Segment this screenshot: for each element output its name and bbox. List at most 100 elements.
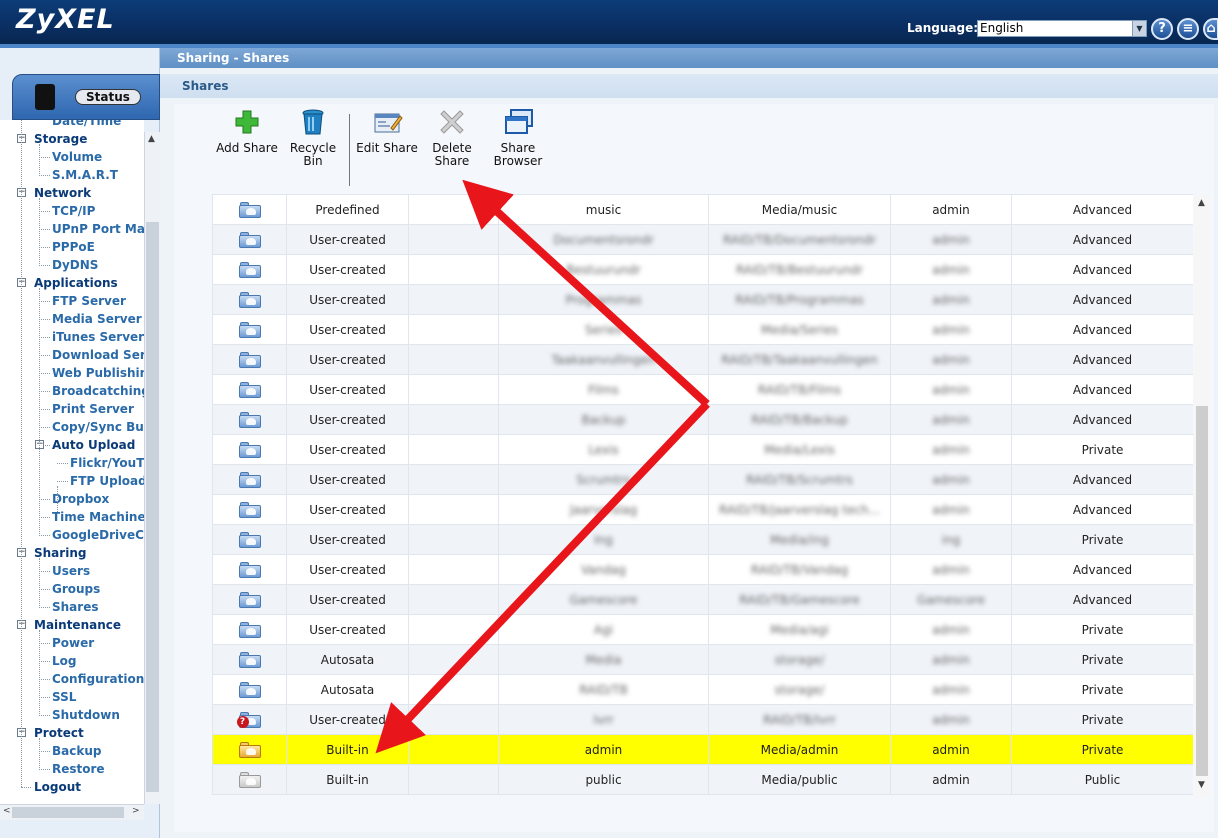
home-icon[interactable]: ⌂ (1203, 18, 1218, 40)
table-row[interactable]: Built-in public Media/public admin Publi… (212, 764, 1193, 795)
table-row[interactable]: ? User-created Ivrr RAID/TB/Ivrr admin P… (212, 704, 1193, 735)
table-row[interactable]: User-created Vandag RAID/TB/Vandag admin… (212, 554, 1193, 585)
scroll-up-icon[interactable]: ▲ (148, 134, 155, 144)
language-select[interactable]: English ▼ (977, 20, 1147, 37)
table-row[interactable]: Autosata RAID/TB storage/ admin Private (212, 674, 1193, 705)
nav-item-flickr-yout[interactable]: Flickr/YouT (70, 454, 144, 472)
nav-item-tcp-ip[interactable]: TCP/IP (52, 202, 95, 220)
scroll-right-icon[interactable]: > (132, 806, 140, 816)
share-name-cell: Films (498, 374, 709, 405)
scroll-left-icon[interactable]: < (3, 806, 11, 816)
nav-item-itunes-server[interactable]: iTunes Server (52, 328, 144, 346)
nav-group-applications[interactable]: Applications (34, 274, 118, 292)
nav-item-users[interactable]: Users (52, 562, 90, 580)
table-row[interactable]: User-created Taakaanvullingen RAID/TB/Ta… (212, 344, 1193, 375)
nav-item-broadcatching[interactable]: Broadcatching (52, 382, 144, 400)
nav-item-time-machine[interactable]: Time Machine (52, 508, 144, 526)
nav-item-shares[interactable]: Shares (52, 598, 98, 616)
tree-connector (39, 319, 50, 320)
nav-item-ssl[interactable]: SSL (52, 688, 76, 706)
scroll-up-icon[interactable]: ▲ (1198, 198, 1205, 208)
nav-scroll-thumb[interactable] (146, 222, 159, 792)
nav-item-log[interactable]: Log (52, 652, 76, 670)
share-name-cell: Jaarverslag (498, 494, 709, 525)
nav-item-media-server[interactable]: Media Server (52, 310, 142, 328)
tree-connector (39, 427, 50, 428)
nav-horizontal-scrollbar[interactable]: < > (0, 804, 144, 820)
table-row[interactable]: Predefined music Media/music admin Advan… (212, 194, 1193, 225)
table-row[interactable]: User-created Bestuurundr RAID/TB/Bestuur… (212, 254, 1193, 285)
help-icon[interactable]: ? (1151, 18, 1173, 40)
nav-item-power[interactable]: Power (52, 634, 94, 652)
recycle-bin-button[interactable]: Recycle Bin (286, 108, 340, 168)
nav-item-configuration[interactable]: Configuration (52, 670, 144, 688)
table-scrollbar[interactable]: ▲ ▼ (1194, 194, 1210, 798)
nav-item-dydns[interactable]: DyDNS (52, 256, 98, 274)
nav-item-ftp-upload[interactable]: FTP Upload (70, 472, 144, 490)
share-owner-cell: admin (890, 464, 1012, 495)
table-row[interactable]: User-created Agi Media/agi admin Private (212, 614, 1193, 645)
nav-item-backup[interactable]: Backup (52, 742, 101, 760)
nav-item-groups[interactable]: Groups (52, 580, 100, 598)
share-icon-cell (212, 554, 287, 585)
table-row[interactable]: User-created Documentsrondr RAID/TB/Docu… (212, 224, 1193, 255)
share-browser-button[interactable]: Share Browser (490, 108, 546, 168)
share-owner-cell: admin (890, 614, 1012, 645)
nav-item-print-server[interactable]: Print Server (52, 400, 134, 418)
share-name: Bestuurundr (566, 262, 641, 277)
share-name-cell: Series (498, 314, 709, 345)
table-row[interactable]: User-created Backup RAID/TB/Backup admin… (212, 404, 1193, 435)
edit-share-button[interactable]: Edit Share (356, 108, 418, 155)
nav-group-network[interactable]: Network (34, 184, 91, 202)
table-row[interactable]: User-created Gamescore RAID/TB/Gamescore… (212, 584, 1193, 615)
notes-icon[interactable]: ≡ (1177, 18, 1199, 40)
nav-item-ftp-server[interactable]: FTP Server (52, 292, 126, 310)
table-row[interactable]: User-created Jaarverslag RAID/TB/jaarver… (212, 494, 1193, 525)
table-row[interactable]: Built-in admin Media/admin admin Private (212, 734, 1193, 765)
share-owner-cell: admin (890, 314, 1012, 345)
nav-hscroll-thumb[interactable] (12, 807, 124, 818)
delete-share-label: Delete Share (432, 141, 472, 168)
table-row[interactable]: User-created Ing Media/ing ing Private (212, 524, 1193, 555)
nav-group-maintenance[interactable]: Maintenance (34, 616, 121, 634)
share-path-cell: RAID/TB/Vandag (708, 554, 891, 585)
nav-item-upnp-port-map[interactable]: UPnP Port Map (52, 220, 144, 238)
nav-item-shutdown[interactable]: Shutdown (52, 706, 120, 724)
nav-item-web-publishin[interactable]: Web Publishin (52, 364, 144, 382)
nav-group-protect[interactable]: Protect (34, 724, 84, 742)
nav-item-volume[interactable]: Volume (52, 148, 102, 166)
share-type: Built-in (286, 734, 409, 765)
share-path-cell: RAID/TB/Films (708, 374, 891, 405)
scroll-down-icon[interactable]: ▼ (1198, 780, 1205, 790)
share-path-cell: Media/agi (708, 614, 891, 645)
nav-item-auto-upload[interactable]: Auto Upload (52, 436, 135, 454)
spacer-cell (408, 224, 499, 255)
nav-item-dropbox[interactable]: Dropbox (52, 490, 109, 508)
share-path-cell: Media/public (708, 764, 891, 795)
delete-share-button[interactable]: Delete Share (428, 108, 476, 168)
nav-item-download-serv[interactable]: Download Serv (52, 346, 144, 364)
table-row[interactable]: User-created Programmas RAID/TB/Programm… (212, 284, 1193, 315)
nav-item-googledrivecl[interactable]: GoogleDriveCl (52, 526, 144, 544)
nav-item-s-m-a-r-t[interactable]: S.M.A.R.T (52, 166, 118, 184)
add-share-button[interactable]: Add Share (216, 108, 278, 155)
table-row[interactable]: User-created Lexis Media/Lexis admin Pri… (212, 434, 1193, 465)
nav-vertical-scrollbar[interactable]: ▲ (144, 132, 160, 804)
table-scroll-thumb[interactable] (1196, 406, 1208, 776)
share-path-cell: Media/Lexis (708, 434, 891, 465)
table-row[interactable]: Autosata Media storage/ admin Private (212, 644, 1193, 675)
share-owner-cell: admin (890, 674, 1012, 705)
nav-item-copy-sync-bu[interactable]: Copy/Sync Bu (52, 418, 144, 436)
nav-item-date-time[interactable]: Date/Time (52, 120, 121, 130)
table-row[interactable]: User-created Films RAID/TB/Films admin A… (212, 374, 1193, 405)
nav-group-logout[interactable]: Logout (34, 778, 81, 796)
nav-group-sharing[interactable]: Sharing (34, 544, 86, 562)
share-name-cell: RAID/TB (498, 674, 709, 705)
nav-group-storage[interactable]: Storage (34, 130, 87, 148)
nav-item-pppoe[interactable]: PPPoE (52, 238, 95, 256)
share-permission: Private (1011, 614, 1193, 645)
table-row[interactable]: User-created Scrumtrs RAID/TB/Scrumtrs a… (212, 464, 1193, 495)
nav-item-restore[interactable]: Restore (52, 760, 105, 778)
table-row[interactable]: User-created Series Media/Series admin A… (212, 314, 1193, 345)
status-tab[interactable]: Status (12, 74, 160, 120)
